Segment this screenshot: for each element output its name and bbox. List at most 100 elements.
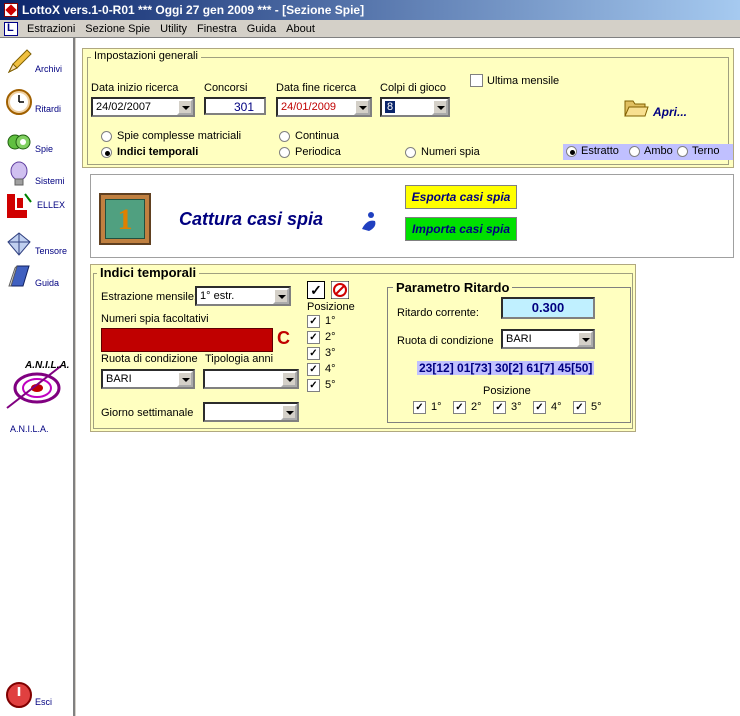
sidebar-item-ellex[interactable]: ELLEX: [3, 192, 73, 222]
cattura-title: Cattura casi spia: [179, 209, 324, 229]
check-all-button[interactable]: ✓: [307, 281, 325, 299]
chevron-down-icon[interactable]: [273, 288, 289, 304]
importa-button[interactable]: Importa casi spia: [405, 217, 517, 241]
posizione-5-checkbox[interactable]: ✓: [307, 379, 320, 392]
sidebar-item-guida[interactable]: Guida: [3, 262, 73, 292]
chevron-down-icon[interactable]: [432, 99, 448, 115]
chevron-down-icon[interactable]: [281, 404, 297, 420]
chevron-down-icon[interactable]: [177, 99, 193, 115]
chevron-down-icon[interactable]: [177, 371, 193, 387]
cattura-badge: 1: [99, 193, 151, 245]
esporta-button[interactable]: Esporta casi spia: [405, 185, 517, 209]
folder-open-icon[interactable]: [623, 97, 649, 119]
window-title: LottoX vers.1-0-R01 *** Oggi 27 gen 2009…: [22, 3, 365, 17]
sidebar-item-tensore[interactable]: Tensore: [3, 230, 73, 260]
tipologia-anni-label: Tipologia anni: [205, 353, 274, 365]
menu-app-icon[interactable]: [4, 21, 18, 36]
no-entry-icon[interactable]: [331, 281, 349, 299]
clear-numeri-button[interactable]: C: [277, 328, 290, 349]
menu-guida[interactable]: Guida: [242, 23, 281, 35]
colpi-label: Colpi di gioco: [380, 82, 447, 94]
numeri-spia-radio[interactable]: [405, 147, 416, 158]
ritardo-corrente-field[interactable]: 0.300: [501, 297, 595, 319]
parametro-ruota-combo[interactable]: BARI: [501, 329, 595, 349]
parametro-posizione-3-checkbox[interactable]: ✓: [493, 401, 506, 414]
estratto-radio[interactable]: [566, 146, 577, 157]
data-fine-combo[interactable]: 24/01/2009: [276, 97, 372, 117]
menu-bar: Estrazioni Sezione Spie Utility Finestra…: [0, 20, 740, 38]
indici-temporali-radio[interactable]: [101, 147, 112, 158]
menu-sezione-spie[interactable]: Sezione Spie: [80, 23, 155, 35]
parametro-posizione-5-checkbox[interactable]: ✓: [573, 401, 586, 414]
sidebar-item-ritardi[interactable]: Ritardi: [3, 88, 73, 118]
ultima-mensile-checkbox[interactable]: [470, 74, 483, 87]
clock-icon: [6, 89, 32, 115]
app-icon: [4, 3, 18, 17]
sidebar-item-label: Sistemi: [35, 176, 65, 186]
posizione-3-checkbox[interactable]: ✓: [307, 347, 320, 360]
giocata-type-group: Estratto Ambo Terno: [563, 144, 733, 160]
sidebar-item-spie[interactable]: Spie: [3, 128, 73, 158]
menu-about[interactable]: About: [281, 23, 320, 35]
data-fine-label: Data fine ricerca: [276, 82, 357, 94]
sidebar-item-sistemi[interactable]: Sistemi: [3, 160, 73, 190]
parametro-ruota-value: BARI: [506, 333, 532, 345]
terno-label: Terno: [692, 145, 720, 157]
colpi-combo[interactable]: 8: [380, 97, 450, 117]
parametro-posizione-4-checkbox[interactable]: ✓: [533, 401, 546, 414]
posizione-1-label: 1°: [325, 315, 336, 327]
ultima-mensile-label: Ultima mensile: [487, 75, 560, 87]
sidebar-item-label: Tensore: [35, 246, 68, 256]
giorno-settimanale-label: Giorno settimanale: [101, 407, 194, 419]
parametro-posizione-label: Posizione: [483, 385, 531, 397]
concorsi-field[interactable]: 301: [204, 97, 266, 115]
numeri-spia-field[interactable]: [101, 328, 273, 352]
menu-utility[interactable]: Utility: [155, 23, 192, 35]
cattura-badge-number: 1: [105, 199, 145, 239]
main-area: Impostazioni generali Data inizio ricerc…: [76, 38, 740, 716]
numeri-spia-facoltativi-label: Numeri spia facoltativi: [101, 313, 209, 325]
periodica-label: Periodica: [295, 146, 341, 158]
parametro-posizione-3-label: 3°: [511, 401, 522, 413]
menu-estrazioni[interactable]: Estrazioni: [22, 23, 80, 35]
data-fine-value: 24/01/2009: [281, 101, 337, 113]
giorno-settimanale-combo[interactable]: [203, 402, 299, 422]
apri-button[interactable]: Apri...: [653, 105, 687, 119]
estrazione-mensile-combo[interactable]: 1° estr.: [195, 286, 291, 306]
posizione-2-label: 2°: [325, 331, 336, 343]
sidebar-item-label: Ritardi: [35, 104, 62, 114]
info-person-icon: [362, 212, 376, 231]
data-inizio-label: Data inizio ricerca: [91, 82, 179, 94]
ritardo-corrente-label: Ritardo corrente:: [397, 307, 479, 319]
exit-button[interactable]: Esci: [3, 681, 73, 711]
parametro-posizione-2-checkbox[interactable]: ✓: [453, 401, 466, 414]
posizione-2-checkbox[interactable]: ✓: [307, 331, 320, 344]
sidebar-item-archivi[interactable]: Archivi: [3, 48, 73, 78]
continua-radio[interactable]: [279, 131, 290, 142]
power-icon: [6, 682, 32, 708]
parametro-ruota-label: Ruota di condizione: [397, 335, 494, 347]
estratto-label: Estratto: [581, 145, 619, 157]
estrazione-mensile-value: 1° estr.: [200, 290, 235, 302]
ruota-condizione-combo[interactable]: BARI: [101, 369, 195, 389]
parametro-posizione-1-checkbox[interactable]: ✓: [413, 401, 426, 414]
ruota-condizione-value: BARI: [106, 373, 132, 385]
parametro-posizione-4-label: 4°: [551, 401, 562, 413]
posizione-4-checkbox[interactable]: ✓: [307, 363, 320, 376]
posizione-label: Posizione: [307, 301, 355, 313]
chevron-down-icon[interactable]: [281, 371, 297, 387]
terno-radio[interactable]: [677, 146, 688, 157]
chevron-down-icon[interactable]: [577, 331, 593, 347]
menu-finestra[interactable]: Finestra: [192, 23, 242, 35]
ambo-radio[interactable]: [629, 146, 640, 157]
posizione-1-checkbox[interactable]: ✓: [307, 315, 320, 328]
data-inizio-combo[interactable]: 24/02/2007: [91, 97, 195, 117]
spie-complesse-radio[interactable]: [101, 131, 112, 142]
indici-temporali-label: Indici temporali: [117, 146, 199, 158]
sidebar: Archivi Ritardi Spie Sistemi ELLEX Tenso…: [0, 38, 75, 716]
chevron-down-icon[interactable]: [354, 99, 370, 115]
tipologia-anni-combo[interactable]: [203, 369, 299, 389]
periodica-radio[interactable]: [279, 147, 290, 158]
anila-logo-text: A.N.I.L.A.: [24, 360, 69, 371]
parametro-posizione-5-label: 5°: [591, 401, 602, 413]
